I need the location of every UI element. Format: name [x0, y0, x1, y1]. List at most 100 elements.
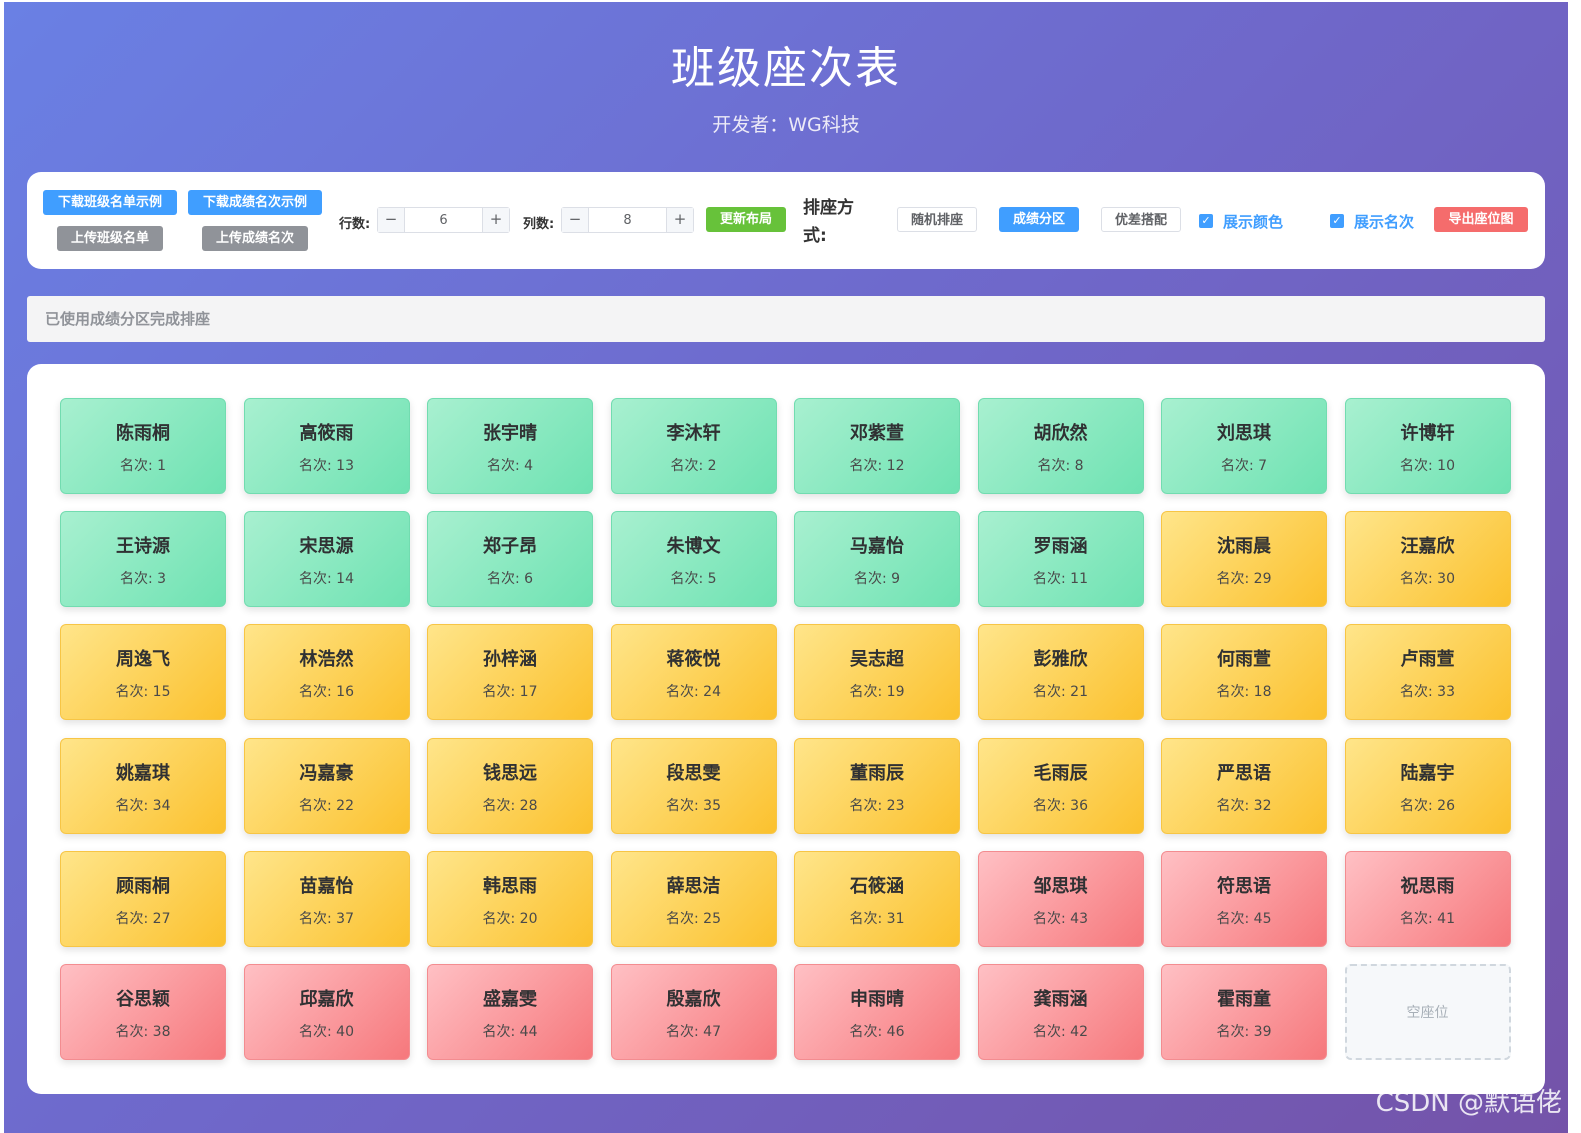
student-name: 段思雯 [666, 762, 721, 784]
seat-card[interactable]: 霍雨童 名次: 39 [1161, 964, 1327, 1060]
seat-card[interactable]: 汪嘉欣 名次: 30 [1344, 511, 1511, 608]
student-name: 彭雅欣 [1033, 649, 1088, 671]
rows-stepper[interactable]: − + [377, 207, 510, 233]
seat-card[interactable]: 邹思琪 名次: 43 [977, 850, 1144, 947]
rows-input[interactable] [405, 208, 482, 232]
empty-seat-label: 空座位 [1406, 1005, 1449, 1021]
seat-card[interactable]: 王诗源名次: 3 [60, 511, 226, 608]
student-rank: 名次: 3 [119, 571, 167, 588]
student-name: 龚雨涵 [1033, 989, 1088, 1010]
seat-card[interactable]: 陈雨桐 名次: 1 [60, 398, 226, 494]
mode-score-button[interactable]: 成绩分区 [999, 207, 1079, 232]
empty-seat[interactable]: 空座位 [1344, 964, 1511, 1060]
toolbar: 下载班级名单示例 下载成绩名次示例 上传班级名单 上传成绩名次 行数: − + … [27, 172, 1545, 269]
seat-card[interactable]: 胡欣然 名次: 8 [977, 398, 1144, 494]
seat-card[interactable]: 严思语 名次: 32 [1161, 737, 1327, 834]
seat-card[interactable]: 毛雨辰 名次: 36 [977, 737, 1144, 834]
show-rank-checkbox[interactable]: ✓ 展示名次 [1330, 211, 1414, 231]
seat-card[interactable]: 张宇晴名次: 4 [427, 398, 593, 494]
seat-card[interactable]: 郑子昂 名次: 6 [427, 511, 593, 608]
student-name: 冯嘉豪 [299, 762, 354, 784]
seat-card[interactable]: 姚嘉琪 名次: 34 [60, 737, 226, 834]
seat-card[interactable]: 周逸飞 名次: 15 [60, 624, 226, 721]
student-rank: 名次: 43 [1033, 910, 1088, 927]
student-name: 钱思远 [483, 762, 537, 784]
mode-pair-button[interactable]: 优差搭配 [1101, 207, 1181, 232]
seat-card[interactable]: 谷思颖名次: 38 [60, 964, 226, 1060]
student-name: 陈雨桐 [116, 423, 170, 444]
cols-decrement-button[interactable]: − [562, 208, 589, 232]
show-color-label: 展示颜色 [1223, 212, 1284, 231]
update-layout-button[interactable]: 更新布局 [706, 207, 786, 232]
student-rank: 名次: 44 [482, 1024, 538, 1040]
seat-card[interactable]: 蒋筱悦 名次: 24 [610, 624, 777, 721]
app-window: 班级座次表 开发者：WG科技 下载班级名单示例 下载成绩名次示例 上传班级名单 … [4, 2, 1568, 1133]
student-rank: 名次: 29 [1216, 571, 1272, 588]
seat-card[interactable]: 申雨晴 名次: 46 [794, 964, 960, 1060]
seat-card[interactable]: 朱博文名次: 5 [610, 511, 777, 608]
seat-card[interactable]: 卢雨萱 名次: 33 [1344, 624, 1511, 721]
student-name: 薛思洁 [666, 875, 721, 897]
seat-card[interactable]: 林浩然 名次: 16 [243, 624, 410, 721]
rows-decrement-button[interactable]: − [378, 208, 405, 232]
seat-card[interactable]: 石筱涵 名次: 31 [794, 850, 960, 947]
seat-card[interactable]: 邓紫萱 名次: 12 [794, 398, 960, 494]
student-name: 陆嘉宇 [1400, 762, 1455, 784]
student-rank: 名次: 24 [666, 684, 721, 701]
seat-card[interactable]: 邱嘉欣 名次: 40 [243, 964, 410, 1060]
student-name: 王诗源 [116, 536, 170, 558]
student-rank: 名次: 4 [486, 458, 534, 474]
seat-card[interactable]: 陆嘉宇 名次: 26 [1344, 737, 1511, 834]
seat-card[interactable]: 符思语 名次: 45 [1161, 850, 1327, 947]
seat-card[interactable]: 殷嘉欣 名次: 47 [610, 964, 777, 1060]
upload-scores-button[interactable]: 上传成绩名次 [202, 226, 308, 251]
student-name: 李沐轩 [666, 423, 721, 444]
seat-card[interactable]: 马嘉怡 名次: 9 [794, 511, 960, 608]
cols-input[interactable] [589, 208, 666, 232]
seat-card[interactable]: 孙梓涵 名次: 17 [427, 624, 593, 721]
seat-card[interactable]: 何雨萱 名次: 18 [1161, 624, 1327, 721]
cols-increment-button[interactable]: + [666, 208, 693, 232]
download-scores-sample-button[interactable]: 下载成绩名次示例 [188, 190, 322, 215]
student-name: 盛嘉雯 [483, 989, 537, 1010]
seat-card[interactable]: 宋思源 名次: 14 [243, 511, 410, 608]
export-seating-button[interactable]: 导出座位图 [1434, 207, 1528, 232]
student-rank: 名次: 45 [1216, 910, 1272, 927]
seat-card[interactable]: 段思雯 名次: 35 [610, 737, 777, 834]
seat-card[interactable]: 董雨辰 名次: 23 [794, 737, 960, 834]
show-color-checkbox[interactable]: ✓ 展示颜色 [1199, 211, 1283, 231]
student-name: 张宇晴 [483, 423, 537, 444]
seat-card[interactable]: 吴志超 名次: 19 [794, 624, 960, 721]
seat-card[interactable]: 盛嘉雯名次: 44 [427, 964, 593, 1060]
seat-card[interactable]: 韩思雨 名次: 20 [427, 850, 593, 947]
mode-random-button[interactable]: 随机排座 [897, 207, 977, 232]
rows-increment-button[interactable]: + [482, 208, 509, 232]
seat-card[interactable]: 刘思琪 名次: 7 [1161, 398, 1327, 494]
student-rank: 名次: 41 [1400, 910, 1455, 927]
student-name: 马嘉怡 [850, 536, 904, 558]
student-rank: 名次: 5 [670, 571, 717, 588]
seat-card[interactable]: 沈雨晨 名次: 29 [1161, 511, 1327, 608]
seat-card[interactable]: 罗雨涵 名次: 11 [977, 511, 1144, 608]
student-rank: 名次: 20 [482, 910, 538, 927]
seat-card[interactable]: 高筱雨 名次: 13 [243, 398, 410, 494]
seat-card[interactable]: 祝思雨 名次: 41 [1344, 850, 1511, 947]
cols-stepper[interactable]: − + [561, 207, 694, 233]
upload-roster-button[interactable]: 上传班级名单 [57, 226, 163, 251]
student-rank: 名次: 38 [115, 1024, 171, 1040]
seat-card[interactable]: 冯嘉豪 名次: 22 [243, 737, 410, 834]
student-name: 朱博文 [666, 536, 721, 558]
seat-card[interactable]: 许博轩 名次: 10 [1344, 398, 1511, 494]
download-roster-sample-button[interactable]: 下载班级名单示例 [43, 190, 177, 215]
student-rank: 名次: 14 [299, 571, 354, 588]
seat-card[interactable]: 苗嘉怡 名次: 37 [243, 850, 410, 947]
student-rank: 名次: 25 [666, 910, 721, 927]
seat-card[interactable]: 李沐轩 名次: 2 [610, 398, 777, 494]
seat-card[interactable]: 钱思远 名次: 28 [427, 737, 593, 834]
student-name: 林浩然 [299, 649, 354, 671]
student-name: 谷思颖 [116, 989, 170, 1010]
seat-card[interactable]: 龚雨涵 名次: 42 [977, 964, 1144, 1060]
seat-card[interactable]: 顾雨桐 名次: 27 [60, 850, 226, 947]
seat-card[interactable]: 彭雅欣 名次: 21 [977, 624, 1144, 721]
seat-card[interactable]: 薛思洁名次: 25 [610, 850, 777, 947]
